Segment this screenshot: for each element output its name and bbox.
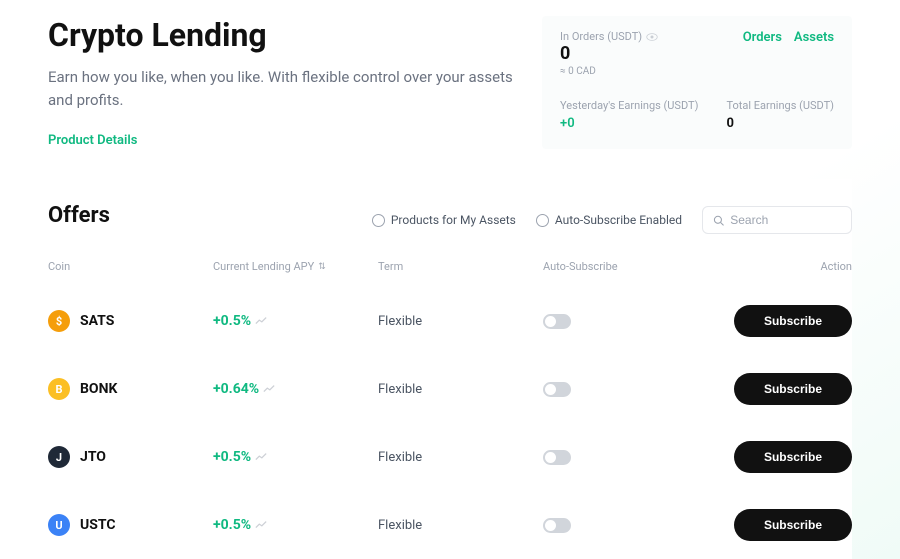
yesterday-earnings-value: +0 (560, 116, 698, 131)
coin-icon: J (48, 446, 70, 468)
page-subtitle: Earn how you like, when you like. With f… (48, 66, 528, 111)
col-action: Action (703, 260, 852, 273)
col-apy[interactable]: Current Lending APY ⇅ (213, 260, 378, 273)
term-value: Flexible (378, 518, 543, 533)
offers-table: Coin Current Lending APY ⇅ Term Auto-Sub… (48, 252, 852, 559)
col-coin: Coin (48, 260, 213, 273)
chart-icon[interactable] (263, 384, 275, 394)
coin-cell: J JTO (48, 446, 213, 468)
subscribe-button[interactable]: Subscribe (734, 305, 852, 337)
table-row: B BONK +0.64% Flexible Subscribe (48, 355, 852, 423)
in-orders-label: In Orders (USDT) (560, 30, 658, 43)
orders-link[interactable]: Orders (743, 30, 782, 45)
coin-cell: B BONK (48, 378, 213, 400)
filter-my-assets[interactable]: Products for My Assets (372, 213, 516, 227)
auto-subscribe-toggle[interactable] (543, 314, 571, 329)
in-orders-approx: ≈ 0 CAD (560, 66, 658, 77)
assets-link[interactable]: Assets (794, 30, 834, 45)
table-row: J JTO +0.5% Flexible Subscribe (48, 423, 852, 491)
apy-value: +0.5% (213, 517, 378, 533)
search-icon (713, 214, 724, 227)
col-term: Term (378, 260, 543, 273)
filter-auto-subscribe[interactable]: Auto-Subscribe Enabled (536, 213, 682, 227)
term-value: Flexible (378, 382, 543, 397)
col-auto: Auto-Subscribe (543, 260, 703, 273)
coin-icon: $ (48, 310, 70, 332)
apy-value: +0.5% (213, 449, 378, 465)
chart-icon[interactable] (255, 316, 267, 326)
table-row: $ SATS +0.5% Flexible Subscribe (48, 287, 852, 355)
table-row: U USTC +0.5% Flexible Subscribe (48, 491, 852, 559)
coin-cell: $ SATS (48, 310, 213, 332)
yesterday-earnings-label: Yesterday's Earnings (USDT) (560, 99, 698, 112)
filter-my-assets-label: Products for My Assets (391, 213, 516, 227)
search-input[interactable] (730, 213, 841, 227)
coin-icon: B (48, 378, 70, 400)
filter-auto-label: Auto-Subscribe Enabled (555, 213, 682, 227)
coin-symbol: SATS (80, 313, 114, 329)
apy-value: +0.5% (213, 313, 378, 329)
coin-icon: U (48, 514, 70, 536)
term-value: Flexible (378, 450, 543, 465)
subscribe-button[interactable]: Subscribe (734, 373, 852, 405)
chart-icon[interactable] (255, 520, 267, 530)
coin-cell: U USTC (48, 514, 213, 536)
total-earnings-value: 0 (726, 116, 834, 131)
search-box[interactable] (702, 206, 852, 234)
eye-icon[interactable] (646, 33, 658, 41)
product-details-link[interactable]: Product Details (48, 133, 137, 148)
term-value: Flexible (378, 314, 543, 329)
in-orders-value: 0 (560, 43, 658, 64)
coin-symbol: JTO (80, 449, 106, 465)
radio-icon (372, 214, 385, 227)
auto-subscribe-toggle[interactable] (543, 382, 571, 397)
chart-icon[interactable] (255, 452, 267, 462)
apy-value: +0.64% (213, 381, 378, 397)
auto-subscribe-toggle[interactable] (543, 518, 571, 533)
subscribe-button[interactable]: Subscribe (734, 509, 852, 541)
page-title: Crypto Lending (48, 16, 528, 54)
coin-symbol: BONK (80, 381, 117, 397)
subscribe-button[interactable]: Subscribe (734, 441, 852, 473)
total-earnings-label: Total Earnings (USDT) (726, 99, 834, 112)
coin-symbol: USTC (80, 517, 116, 533)
sort-icon: ⇅ (318, 262, 326, 272)
radio-icon (536, 214, 549, 227)
stats-card: In Orders (USDT) 0 ≈ 0 CAD Orders Assets… (542, 16, 852, 149)
auto-subscribe-toggle[interactable] (543, 450, 571, 465)
